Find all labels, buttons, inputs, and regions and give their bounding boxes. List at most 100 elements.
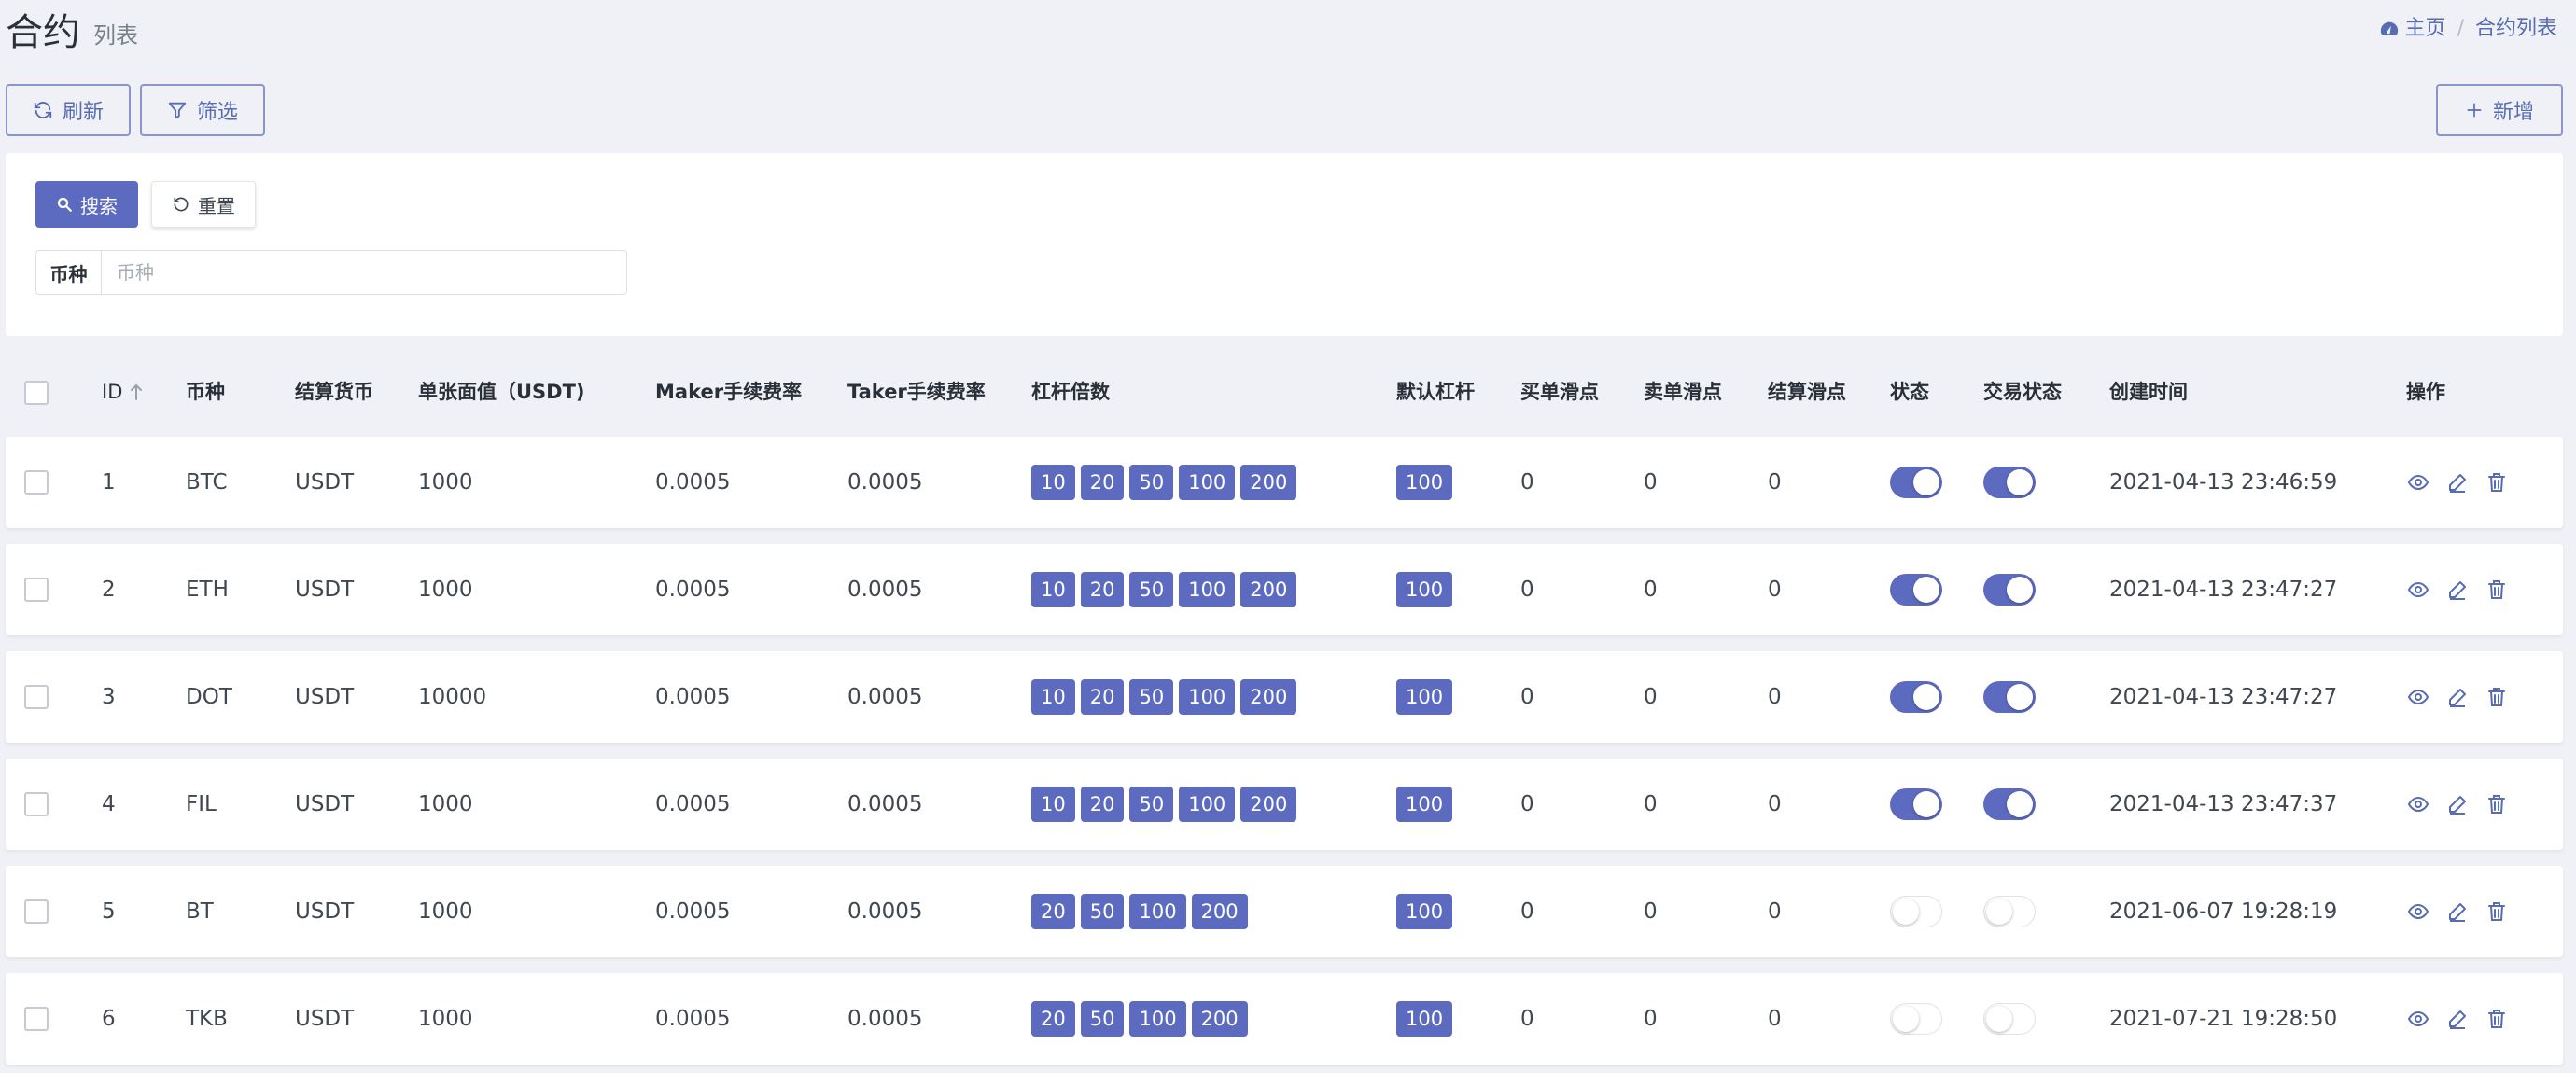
refresh-button[interactable]: 刷新 — [6, 84, 131, 136]
status-toggle[interactable] — [1890, 681, 1942, 713]
header-settle-slippage: 结算滑点 — [1768, 381, 1846, 403]
edit-icon[interactable] — [2445, 899, 2470, 924]
trash-icon[interactable] — [2485, 1007, 2509, 1031]
cell-taker-fee: 0.0005 — [847, 470, 923, 495]
header-buy-slippage: 买单滑点 — [1520, 381, 1599, 403]
cell-created-time: 2021-04-13 23:47:27 — [2109, 578, 2338, 602]
breadcrumb-separator: / — [2457, 17, 2464, 40]
cell-taker-fee: 0.0005 — [847, 792, 923, 816]
edit-icon[interactable] — [2445, 1007, 2470, 1031]
trade-status-toggle[interactable] — [1983, 896, 2036, 927]
cell-buy-slippage: 0 — [1520, 578, 1534, 602]
cell-created-time: 2021-04-13 23:46:59 — [2109, 470, 2338, 495]
cell-id: 5 — [102, 899, 116, 924]
cell-face-value: 1000 — [418, 578, 473, 602]
trash-icon[interactable] — [2485, 792, 2509, 816]
add-button[interactable]: 新增 — [2436, 84, 2563, 136]
edit-icon[interactable] — [2445, 470, 2470, 495]
leverage-badge: 50 — [1080, 894, 1125, 929]
row-checkbox[interactable] — [24, 685, 49, 709]
status-toggle[interactable] — [1890, 788, 1942, 820]
trash-icon[interactable] — [2485, 899, 2509, 924]
plus-icon — [2467, 103, 2482, 118]
header-sell-slippage: 卖单滑点 — [1644, 381, 1722, 403]
row-checkbox[interactable] — [24, 470, 49, 495]
leverage-badge: 50 — [1129, 679, 1174, 715]
leverage-badge: 200 — [1191, 894, 1248, 929]
filter-icon — [168, 102, 187, 119]
row-checkbox[interactable] — [24, 578, 49, 602]
edit-icon[interactable] — [2445, 792, 2470, 816]
cell-sell-slippage: 0 — [1644, 899, 1658, 924]
leverage-badge: 200 — [1240, 787, 1297, 822]
status-toggle[interactable] — [1890, 896, 1942, 927]
leverage-badge: 10 — [1031, 465, 1075, 500]
trade-status-toggle[interactable] — [1983, 574, 2036, 606]
cell-buy-slippage: 0 — [1520, 792, 1534, 816]
filter-panel — [6, 153, 2563, 336]
leverage-badges: 10 20 50 100 200 — [1031, 679, 1297, 715]
trash-icon[interactable] — [2485, 685, 2509, 709]
status-toggle[interactable] — [1890, 1003, 1942, 1035]
reset-button[interactable]: 重置 — [151, 181, 256, 228]
trash-icon[interactable] — [2485, 470, 2509, 495]
breadcrumb-home[interactable]: 主页 — [2379, 13, 2446, 45]
leverage-badges: 10 20 50 100 200 — [1031, 787, 1297, 822]
toggle-knob — [1893, 1006, 1919, 1032]
row-checkbox[interactable] — [24, 1007, 49, 1031]
toggle-knob — [2007, 577, 2033, 603]
header-created-time: 创建时间 — [2109, 381, 2188, 403]
default-leverage-badge: 100 — [1396, 1001, 1453, 1037]
refresh-label: 刷新 — [62, 101, 104, 124]
trade-status-toggle[interactable] — [1983, 788, 2036, 820]
eye-icon[interactable] — [2406, 792, 2430, 816]
trade-status-toggle[interactable] — [1983, 467, 2036, 498]
trade-status-toggle[interactable] — [1983, 1003, 2036, 1035]
eye-icon[interactable] — [2406, 685, 2430, 709]
symbol-field[interactable] — [101, 250, 627, 295]
cell-sell-slippage: 0 — [1644, 578, 1658, 602]
cell-created-time: 2021-04-13 23:47:27 — [2109, 685, 2338, 709]
leverage-badge: 20 — [1031, 894, 1075, 929]
default-leverage-badge: 100 — [1396, 894, 1453, 929]
leverage-badge: 200 — [1240, 572, 1297, 607]
cell-buy-slippage: 0 — [1520, 1007, 1534, 1031]
cell-maker-fee: 0.0005 — [655, 1007, 731, 1031]
edit-icon[interactable] — [2445, 685, 2470, 709]
eye-icon[interactable] — [2406, 899, 2430, 924]
row-actions — [2406, 792, 2509, 816]
leverage-badge: 200 — [1191, 1001, 1248, 1037]
leverage-badge: 10 — [1031, 787, 1075, 822]
leverage-badge: 100 — [1179, 787, 1236, 822]
cell-settle-slippage: 0 — [1768, 899, 1782, 924]
toggle-knob — [1913, 791, 1939, 817]
eye-icon[interactable] — [2406, 470, 2430, 495]
leverage-badge: 100 — [1129, 1001, 1186, 1037]
default-leverage-badges: 100 — [1396, 787, 1453, 822]
search-button[interactable]: 搜索 — [35, 181, 138, 228]
select-all-checkbox[interactable] — [24, 381, 49, 405]
leverage-badges: 10 20 50 100 200 — [1031, 465, 1297, 500]
refresh-icon — [34, 102, 52, 118]
search-label: 搜索 — [80, 194, 118, 217]
eye-icon[interactable] — [2406, 578, 2430, 602]
leverage-badge: 50 — [1129, 572, 1174, 607]
filter-button[interactable]: 筛选 — [140, 84, 265, 136]
row-checkbox[interactable] — [24, 899, 49, 924]
cell-symbol: FIL — [186, 792, 217, 816]
header-id[interactable]: ID — [102, 373, 143, 411]
eye-icon[interactable] — [2406, 1007, 2430, 1031]
toggle-knob — [1986, 1006, 2012, 1032]
symbol-field-label: 币种 — [35, 250, 101, 295]
status-toggle[interactable] — [1890, 467, 1942, 498]
sort-up-icon — [131, 383, 143, 400]
trade-status-toggle[interactable] — [1983, 681, 2036, 713]
cell-id: 3 — [102, 685, 116, 709]
trash-icon[interactable] — [2485, 578, 2509, 602]
row-checkbox[interactable] — [24, 792, 49, 816]
breadcrumb-current[interactable]: 合约列表 — [2475, 13, 2557, 45]
header-settle-currency: 结算货币 — [295, 381, 373, 403]
cell-symbol: ETH — [186, 578, 229, 602]
edit-icon[interactable] — [2445, 578, 2470, 602]
status-toggle[interactable] — [1890, 574, 1942, 606]
